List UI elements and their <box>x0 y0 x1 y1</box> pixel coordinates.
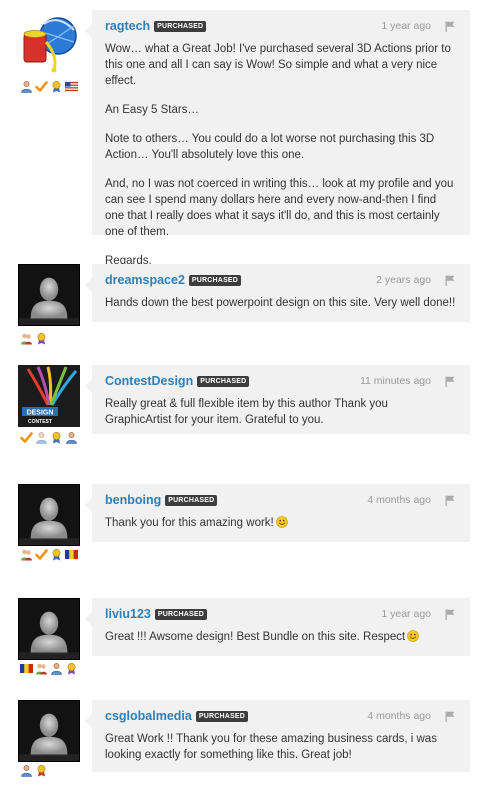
comment-time: 11 minutes ago <box>359 375 431 387</box>
author-badge-icon[interactable] <box>20 764 33 777</box>
checkmark-badge-icon[interactable] <box>20 431 33 444</box>
username-link[interactable]: ragtech <box>105 19 150 33</box>
comment-bubble: benboing PURCHASED 4 months ago Thank you… <box>85 484 470 542</box>
author-badge-icon[interactable] <box>50 662 63 675</box>
medal-badge-icon[interactable] <box>35 332 48 345</box>
smiley-icon <box>276 516 288 528</box>
comment-body: Hands down the best powerpoint design on… <box>105 295 457 311</box>
purchased-badge: PURCHASED <box>188 275 242 286</box>
user-badges <box>20 431 84 447</box>
username-link[interactable]: dreamspace2 <box>105 273 185 287</box>
comment-header: dreamspace2 PURCHASED 2 years ago <box>105 273 457 289</box>
avatar[interactable] <box>18 264 80 326</box>
paint-bucket-avatar-icon <box>23 17 77 73</box>
flag-icon[interactable] <box>445 711 455 722</box>
flag-icon[interactable] <box>445 376 455 387</box>
comment-bubble: ContestDesign PURCHASED 11 minutes ago Re… <box>85 365 470 434</box>
medal-badge-icon[interactable] <box>65 662 78 675</box>
comment-text: An Easy 5 Stars… <box>105 104 199 116</box>
default-user-avatar-icon <box>19 485 79 545</box>
comment-header: csglobalmedia PURCHASED 4 months ago <box>105 709 457 725</box>
avatar[interactable] <box>18 700 80 762</box>
people-badge-icon[interactable] <box>20 548 33 561</box>
purchased-badge: PURCHASED <box>154 609 208 620</box>
comment-body: Thank you for this amazing work! <box>105 515 457 531</box>
username-link[interactable]: benboing <box>105 493 161 507</box>
medal-badge-icon[interactable] <box>35 764 48 777</box>
checkmark-badge-icon[interactable] <box>35 548 48 561</box>
romania-flag-icon[interactable] <box>20 662 33 675</box>
user-badges <box>20 332 84 348</box>
people-badge-icon[interactable] <box>20 332 33 345</box>
comment-time: 1 year ago <box>381 608 431 620</box>
svg-text:CONTEST: CONTEST <box>28 419 52 425</box>
author-badge-icon[interactable] <box>35 431 48 444</box>
medal-badge-icon[interactable] <box>50 431 63 444</box>
smiley-icon <box>407 630 419 642</box>
comment-body: Really great & full flexible item by thi… <box>105 396 457 428</box>
author-badge-icon[interactable] <box>20 80 33 93</box>
avatar[interactable] <box>18 598 80 660</box>
comment-text: Wow… what a Great Job! I've purchased se… <box>105 43 451 87</box>
flag-icon[interactable] <box>445 21 455 32</box>
comment-time: 4 months ago <box>367 494 431 506</box>
user-badges <box>20 80 84 96</box>
avatar[interactable] <box>18 12 80 74</box>
user-badges <box>20 764 84 780</box>
comment-bubble: csglobalmedia PURCHASED 4 months ago Grea… <box>85 700 470 772</box>
comment-text: Hands down the best powerpoint design on… <box>105 297 456 309</box>
comment-text: And, no I was not coerced in writing thi… <box>105 178 454 238</box>
avatar[interactable] <box>18 484 80 546</box>
purchased-badge: PURCHASED <box>195 711 248 722</box>
username-link[interactable]: liviu123 <box>105 607 151 621</box>
comment-header: liviu123 PURCHASED 1 year ago <box>105 607 457 623</box>
comment-bubble: dreamspace2 PURCHASED 2 years ago Hands d… <box>85 264 470 322</box>
flag-icon[interactable] <box>445 495 455 506</box>
avatar[interactable]: DESIGN CONTEST <box>18 365 80 427</box>
checkmark-badge-icon[interactable] <box>35 80 48 93</box>
comment-text: Really great & full flexible item by thi… <box>105 398 388 426</box>
comment-text: Great !!! Awsome design! Best Bundle on … <box>105 631 406 643</box>
people-badge-icon[interactable] <box>65 431 78 444</box>
comment-text: Thank you for this amazing work! <box>105 517 274 529</box>
contest-design-avatar-icon: DESIGN CONTEST <box>18 365 80 427</box>
usa-flag-icon[interactable] <box>65 80 78 93</box>
comment-text: Great Work !! Thank you for these amazin… <box>105 733 437 761</box>
comment-time: 2 years ago <box>376 274 431 286</box>
people-badge-icon[interactable] <box>35 662 48 675</box>
user-badges <box>20 548 84 564</box>
romania-flag-icon[interactable] <box>65 548 78 561</box>
comment-body: Wow… what a Great Job! I've purchased se… <box>105 41 457 285</box>
comment-header: ragtech PURCHASED 1 year ago <box>105 19 457 35</box>
purchased-badge: PURCHASED <box>154 21 207 32</box>
default-user-avatar-icon <box>19 599 79 659</box>
comment-body: Great Work !! Thank you for these amazin… <box>105 731 457 763</box>
purchased-badge: PURCHASED <box>197 376 250 387</box>
medal-badge-icon[interactable] <box>50 80 63 93</box>
user-badges <box>20 662 84 678</box>
comment-body: Great !!! Awsome design! Best Bundle on … <box>105 629 457 645</box>
username-link[interactable]: csglobalmedia <box>105 709 192 723</box>
flag-icon[interactable] <box>445 275 455 286</box>
comment-bubble: liviu123 PURCHASED 1 year ago Great !!! A… <box>85 598 470 656</box>
comment-header: ContestDesign PURCHASED 11 minutes ago <box>105 374 457 390</box>
comment-header: benboing PURCHASED 4 months ago <box>105 493 457 509</box>
comment-text: Note to others… You could do a lot worse… <box>105 133 435 161</box>
default-user-avatar-icon <box>19 265 79 325</box>
flag-icon[interactable] <box>445 609 455 620</box>
svg-text:DESIGN: DESIGN <box>27 410 54 417</box>
purchased-badge: PURCHASED <box>165 495 218 506</box>
username-link[interactable]: ContestDesign <box>105 374 193 388</box>
comment-bubble: ragtech PURCHASED 1 year ago Wow… what a … <box>85 10 470 283</box>
default-user-avatar-icon <box>19 701 79 761</box>
medal-badge-icon[interactable] <box>50 548 63 561</box>
comment-time: 4 months ago <box>367 710 431 722</box>
comment-time: 1 year ago <box>381 20 431 32</box>
